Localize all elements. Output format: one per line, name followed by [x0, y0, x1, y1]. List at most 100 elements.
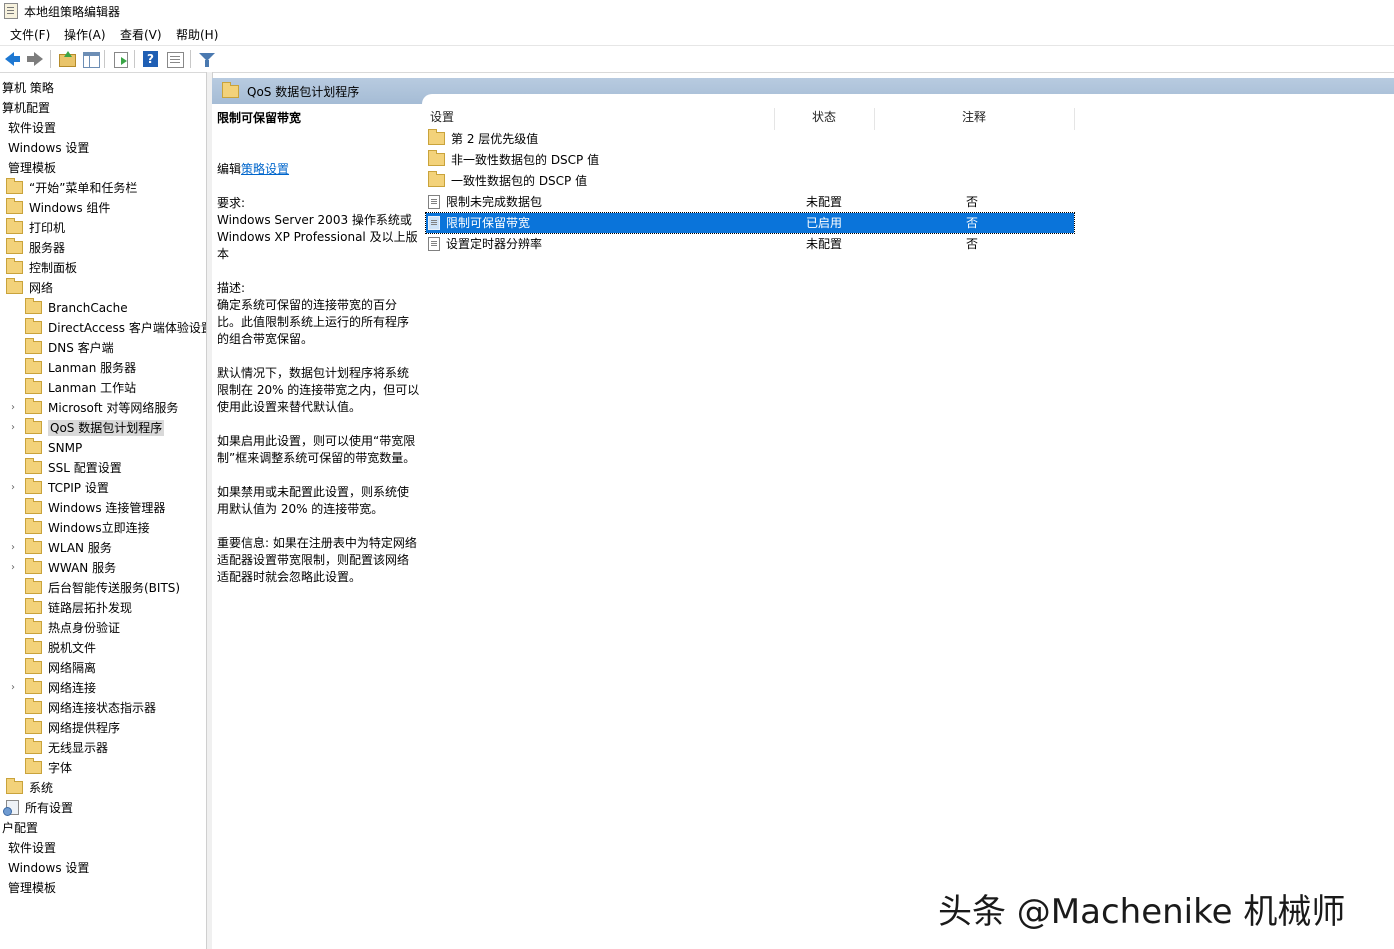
- tree-node-server[interactable]: 服务器: [6, 238, 65, 258]
- policy-settings-link[interactable]: 策略设置: [241, 162, 289, 176]
- tree-node-system[interactable]: 系统: [6, 778, 53, 798]
- column-header-comment[interactable]: 注释: [962, 104, 986, 130]
- column-header-setting[interactable]: 设置: [430, 104, 454, 130]
- list-item[interactable]: 第 2 层优先级值: [426, 129, 1074, 149]
- folder-icon: [25, 298, 42, 314]
- tree-node-wireless-display[interactable]: 无线显示器: [25, 738, 108, 758]
- tree-node-windows-settings[interactable]: Windows 设置: [8, 138, 89, 158]
- folder-icon: [25, 458, 42, 474]
- tree-node-printers[interactable]: 打印机: [6, 218, 65, 238]
- tree-node-lltd[interactable]: 链路层拓扑发现: [25, 598, 132, 618]
- tree-node-windows-connect-now[interactable]: Windows立即连接: [25, 518, 150, 538]
- expand-chevron-icon[interactable]: ›: [7, 398, 19, 418]
- tree-node-start-menu[interactable]: “开始”菜单和任务栏: [6, 178, 137, 198]
- properties-icon[interactable]: [166, 50, 184, 68]
- menu-file[interactable]: 文件(F): [10, 26, 50, 43]
- expand-chevron-icon[interactable]: ›: [7, 538, 19, 558]
- title-bar: 本地组策略编辑器: [0, 0, 1394, 22]
- tree-node-bits[interactable]: 后台智能传送服务(BITS): [25, 578, 180, 598]
- expand-chevron-icon[interactable]: ›: [7, 558, 19, 578]
- tree-node-lanman-workstation[interactable]: Lanman 工作站: [25, 378, 136, 398]
- tree-node-user-admin-templates[interactable]: 管理模板: [8, 878, 56, 898]
- policy-setting-icon: [428, 236, 440, 251]
- tree-node-network-provider[interactable]: 网络提供程序: [25, 718, 120, 738]
- forward-arrow-icon[interactable]: [26, 50, 44, 68]
- description-heading: 限制可保留带宽: [217, 111, 302, 125]
- details-pane: QoS 数据包计划程序 限制可保留带宽 编辑策略设置 要求: Windows S…: [212, 78, 1394, 949]
- tree-node-branchcache[interactable]: BranchCache: [25, 298, 128, 318]
- description-line: 确定系统可保留的连接带宽的百分: [217, 298, 398, 312]
- tree-node-ssl-config[interactable]: SSL 配置设置: [25, 458, 122, 478]
- menu-action[interactable]: 操作(A): [64, 26, 106, 43]
- tree-node-control-panel[interactable]: 控制面板: [6, 258, 77, 278]
- tree-node-ncsi[interactable]: 网络连接状态指示器: [25, 698, 156, 718]
- column-header-state[interactable]: 状态: [812, 104, 836, 130]
- comment-cell: 否: [966, 195, 979, 209]
- tree-node-software-settings[interactable]: 软件设置: [8, 118, 56, 138]
- tree-node-offline-files[interactable]: 脱机文件: [25, 638, 96, 658]
- folder-icon: [25, 738, 42, 754]
- export-list-icon[interactable]: [112, 50, 130, 68]
- list-item-selected[interactable]: 限制可保留带宽 已启用 否: [425, 212, 1075, 234]
- tree-node-computer-config[interactable]: 算机配置: [2, 98, 50, 118]
- tree-node-wlan[interactable]: WLAN 服务: [25, 538, 112, 558]
- column-separator[interactable]: [874, 108, 875, 130]
- tree-node-windows-connection-manager[interactable]: Windows 连接管理器: [25, 498, 165, 518]
- folder-icon: [25, 498, 42, 514]
- toolbar: ?: [0, 46, 1394, 73]
- column-separator[interactable]: [1074, 108, 1075, 130]
- tree-node-computer-policy[interactable]: 算机 策略: [2, 78, 54, 98]
- tree-node-dns-client[interactable]: DNS 客户端: [25, 338, 114, 358]
- tree-node-microsoft-p2p[interactable]: Microsoft 对等网络服务: [25, 398, 178, 418]
- show-hide-tree-icon[interactable]: [82, 50, 100, 68]
- description-line: 比。此值限制系统上运行的所有程序: [217, 315, 410, 329]
- menu-bar: 文件(F) 操作(A) 查看(V) 帮助(H): [0, 23, 1394, 46]
- tree-node-network-connections[interactable]: 网络连接: [25, 678, 96, 698]
- requirements-label: 要求:: [217, 196, 246, 210]
- extended-description: 限制可保留带宽 编辑策略设置 要求: Windows Server 2003 操…: [217, 108, 423, 586]
- description-line: 重要信息: 如果在注册表中为特定网络: [217, 536, 417, 550]
- tree-node-qos-packet-scheduler[interactable]: QoS 数据包计划程序: [25, 418, 165, 438]
- menu-view[interactable]: 查看(V): [120, 26, 162, 43]
- tree-node-tcpip[interactable]: TCPIP 设置: [25, 478, 109, 498]
- folder-icon: [25, 658, 42, 674]
- tree-node-user-windows-settings[interactable]: Windows 设置: [8, 858, 89, 878]
- help-icon[interactable]: ?: [142, 50, 160, 68]
- menu-help[interactable]: 帮助(H): [176, 26, 218, 43]
- breadcrumb-title: QoS 数据包计划程序: [247, 85, 360, 99]
- state-cell: 未配置: [806, 195, 843, 209]
- tree-node-wwan[interactable]: WWAN 服务: [25, 558, 116, 578]
- tree-node-network[interactable]: 网络: [6, 278, 53, 298]
- filter-icon[interactable]: [198, 50, 216, 68]
- expand-chevron-icon[interactable]: ›: [7, 678, 19, 698]
- window-title: 本地组策略编辑器: [24, 5, 121, 19]
- list-item[interactable]: 一致性数据包的 DSCP 值: [426, 171, 1074, 191]
- tree-node-directaccess[interactable]: DirectAccess 客户端体验设置: [25, 318, 206, 338]
- requirements-line: 本: [217, 247, 230, 261]
- tree-node-hotspot-auth[interactable]: 热点身份验证: [25, 618, 120, 638]
- folder-icon: [25, 538, 42, 554]
- list-item[interactable]: 设置定时器分辨率 未配置 否: [426, 234, 1074, 254]
- expand-chevron-icon[interactable]: ›: [7, 418, 19, 438]
- description-line: 限制在 20% 的连接带宽之内，但可以: [217, 383, 420, 397]
- all-settings-icon: [3, 800, 19, 816]
- tree-node-user-software-settings[interactable]: 软件设置: [8, 838, 56, 858]
- tree-node-user-config[interactable]: 户配置: [2, 818, 38, 838]
- tree-node-all-settings[interactable]: 所有设置: [3, 798, 73, 818]
- tree-node-lanman-server[interactable]: Lanman 服务器: [25, 358, 136, 378]
- description-line: 使用此设置来替代默认值。: [217, 400, 362, 414]
- tree-node-fonts[interactable]: 字体: [25, 758, 72, 778]
- list-item[interactable]: 限制未完成数据包 未配置 否: [426, 192, 1074, 212]
- up-folder-icon[interactable]: [58, 50, 76, 68]
- expand-chevron-icon[interactable]: ›: [7, 478, 19, 498]
- description-line: 适配器时就会忽略此设置。: [217, 570, 362, 584]
- tree-node-snmp[interactable]: SNMP: [25, 438, 82, 458]
- list-item[interactable]: 非一致性数据包的 DSCP 值: [426, 150, 1074, 170]
- column-separator[interactable]: [774, 108, 775, 130]
- tree-node-windows-components[interactable]: Windows 组件: [6, 198, 110, 218]
- tree-node-admin-templates[interactable]: 管理模板: [8, 158, 56, 178]
- back-arrow-icon[interactable]: [4, 50, 22, 68]
- folder-icon: [6, 218, 23, 234]
- description-line: 适配器设置带宽限制，则配置该网络: [217, 553, 410, 567]
- tree-node-network-isolation[interactable]: 网络隔离: [25, 658, 96, 678]
